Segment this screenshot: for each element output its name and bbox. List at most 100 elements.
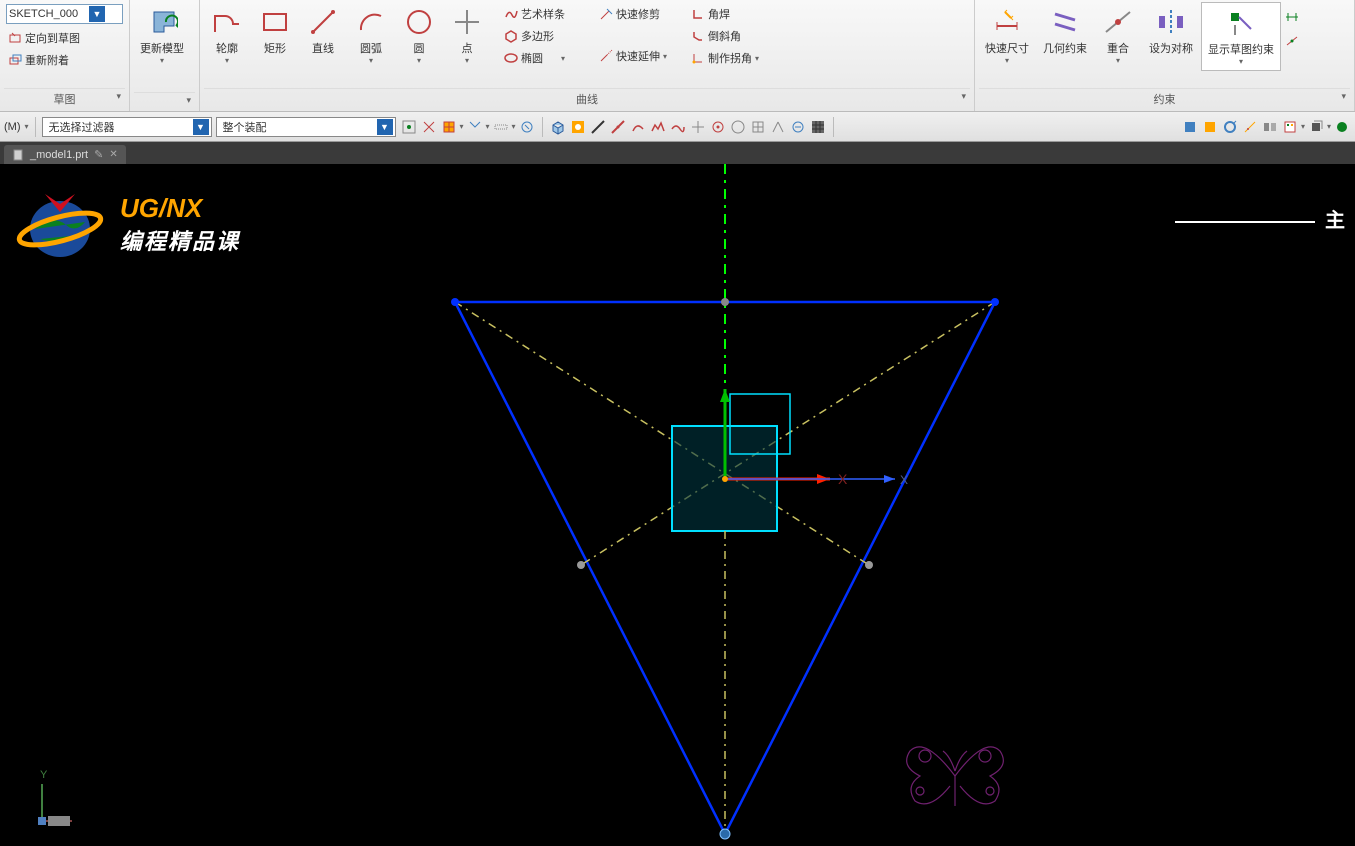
group-label-curve: 曲线▾ [204, 88, 970, 109]
art-spline-button[interactable]: 艺术样条 [500, 4, 569, 24]
view-icon-5[interactable] [629, 118, 647, 136]
assembly-scope-select[interactable]: 整个装配▼ [216, 117, 396, 137]
rt-icon-6[interactable] [1281, 118, 1299, 136]
sketch-geometry: X X [0, 164, 1355, 846]
rt-icon-4[interactable] [1241, 118, 1259, 136]
profile-icon [211, 6, 243, 38]
reattach-icon [8, 53, 22, 67]
close-tab-icon[interactable]: ✕ [109, 149, 117, 160]
view-icon-10[interactable] [729, 118, 747, 136]
chamfer-button[interactable]: 倒斜角 [687, 26, 763, 46]
arc-icon [355, 6, 387, 38]
circle-button[interactable]: 圆▾ [396, 2, 442, 69]
rt-icon-1[interactable] [1181, 118, 1199, 136]
orient-label: 定向到草图 [25, 30, 80, 46]
point-icon [451, 6, 483, 38]
coincide-button[interactable]: 重合▾ [1095, 2, 1141, 69]
point-button[interactable]: 点▾ [444, 2, 490, 69]
rt-icon-3[interactable] [1221, 118, 1239, 136]
profile-label: 轮廓 [216, 40, 238, 56]
orient-to-sketch-button[interactable]: 定向到草图 [4, 28, 125, 48]
filter-toolbar: (M)▾ 无选择过滤器▼ 整个装配▼ ▾ ▾ ▾ ▾ [0, 112, 1355, 142]
make-symmetric-button[interactable]: 设为对称 [1143, 2, 1199, 60]
view-triad[interactable]: Y [10, 766, 80, 836]
m-dropdown[interactable]: (M) [4, 121, 21, 133]
quick-extend-button[interactable]: 快速延伸▾ [595, 46, 671, 66]
x-axis-label: X [838, 471, 848, 487]
rect-label: 矩形 [264, 40, 286, 56]
trim-icon [599, 7, 613, 21]
cube-icon[interactable] [549, 118, 567, 136]
view-icon-11[interactable] [749, 118, 767, 136]
file-tab-label: _model1.prt [30, 149, 88, 161]
corner-weld-button[interactable]: 角焊 [687, 4, 763, 24]
rapid-dimension-button[interactable]: 快速尺寸▾ [979, 2, 1035, 69]
view-icon-8[interactable] [689, 118, 707, 136]
dropdown-icon[interactable]: ▼ [377, 119, 393, 135]
rt-icon-2[interactable] [1201, 118, 1219, 136]
extra-icon-2[interactable] [1283, 32, 1301, 50]
sel-icon-3[interactable] [440, 118, 458, 136]
file-tab[interactable]: _model1.prt ✎ ✕ [4, 145, 126, 164]
make-corner-button[interactable]: 制作拐角▾ [687, 48, 763, 68]
rectangle-button[interactable]: 矩形 [252, 2, 298, 60]
view-icon-12[interactable] [769, 118, 787, 136]
ellipse-button[interactable]: 椭圆▾ [500, 48, 569, 68]
dropdown-icon[interactable]: ▼ [193, 119, 209, 135]
file-tab-bar: _model1.prt ✎ ✕ [0, 142, 1355, 164]
sel-icon-2[interactable] [420, 118, 438, 136]
ellipse-icon [504, 51, 518, 65]
sketch-name-select[interactable]: ▼ [6, 4, 123, 24]
view-icon-4[interactable] [609, 118, 627, 136]
show-constraints-icon [1225, 7, 1257, 39]
rapid-dim-label: 快速尺寸 [985, 40, 1029, 56]
file-icon [12, 149, 24, 161]
view-icon-6[interactable] [649, 118, 667, 136]
polygon-icon [504, 29, 518, 43]
quick-trim-button[interactable]: 快速修剪 [595, 4, 671, 24]
polygon-button[interactable]: 多边形 [500, 26, 569, 46]
coincide-label: 重合 [1107, 40, 1129, 56]
rt-icon-8[interactable] [1333, 118, 1351, 136]
curve-col1: 艺术样条 多边形 椭圆▾ [498, 2, 571, 70]
dropdown-icon[interactable]: ▼ [89, 6, 105, 22]
sel-icon-6[interactable] [518, 118, 536, 136]
sketch-name-input[interactable] [9, 8, 89, 20]
update-model-button[interactable]: 更新模型 ▾ [134, 2, 190, 69]
view-icon-9[interactable] [709, 118, 727, 136]
view-icon-3[interactable] [589, 118, 607, 136]
show-constraints-button[interactable]: 显示草图约束▾ [1201, 2, 1281, 71]
grid-icon[interactable] [809, 118, 827, 136]
chevron-down-icon: ▾ [160, 56, 164, 65]
view-icon-7[interactable] [669, 118, 687, 136]
reattach-button[interactable]: 重新附着 [4, 50, 125, 70]
geo-constraint-button[interactable]: 几何约束 [1037, 2, 1093, 60]
curve-col3: 角焊 倒斜角 制作拐角▾ [685, 2, 765, 70]
show-constraints-label: 显示草图约束 [1208, 41, 1274, 57]
graphics-viewport[interactable]: UG/NX 编程精品课 主 X X [0, 164, 1355, 846]
profile-button[interactable]: 轮廓▾ [204, 2, 250, 69]
view-icon-13[interactable] [789, 118, 807, 136]
update-model-label: 更新模型 [140, 40, 184, 56]
arc-button[interactable]: 圆弧▾ [348, 2, 394, 69]
point-label: 点 [462, 40, 473, 56]
rt-icon-7[interactable] [1307, 118, 1325, 136]
ribbon-toolbar: ▼ 定向到草图 重新附着 草图▾ 更新模型 ▾ ▾ [0, 0, 1355, 112]
group-spacer: ▾ [134, 92, 195, 109]
symmetric-label: 设为对称 [1149, 40, 1193, 56]
orient-icon [8, 31, 22, 45]
sel-icon-1[interactable] [400, 118, 418, 136]
view-icon-2[interactable] [569, 118, 587, 136]
geo-constraint-icon [1049, 6, 1081, 38]
ribbon-group-sketch: ▼ 定向到草图 重新附着 草图▾ [0, 0, 130, 111]
extra-icon-1[interactable] [1283, 8, 1301, 26]
sel-icon-5[interactable] [492, 118, 510, 136]
selection-filter-select[interactable]: 无选择过滤器▼ [42, 117, 212, 137]
corner-icon [691, 7, 705, 21]
update-model-icon [146, 6, 178, 38]
sel-icon-4[interactable] [466, 118, 484, 136]
rt-icon-5[interactable] [1261, 118, 1279, 136]
tab-modified-icon: ✎ [94, 148, 103, 161]
svg-text:X: X [900, 473, 908, 487]
line-button[interactable]: 直线 [300, 2, 346, 60]
